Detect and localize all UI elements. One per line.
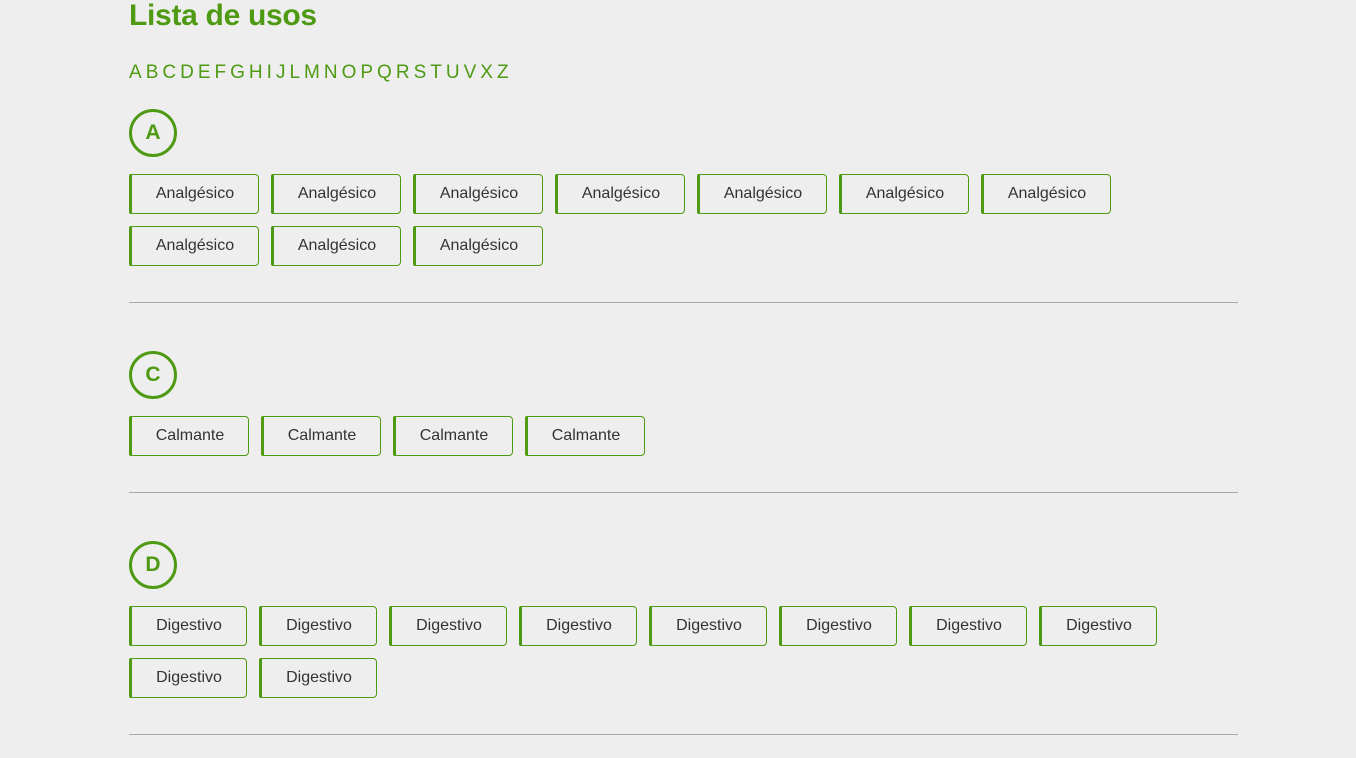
- alpha-link-j[interactable]: J: [276, 60, 286, 86]
- alpha-link-v[interactable]: V: [464, 60, 477, 86]
- tag-analgesico[interactable]: Analgésico: [697, 174, 827, 214]
- tag-analgesico[interactable]: Analgésico: [839, 174, 969, 214]
- tag-analgesico[interactable]: Analgésico: [555, 174, 685, 214]
- tag-digestivo[interactable]: Digestivo: [649, 606, 767, 646]
- alpha-link-o[interactable]: O: [342, 60, 357, 86]
- tag-digestivo[interactable]: Digestivo: [259, 658, 377, 698]
- alpha-link-i[interactable]: I: [267, 60, 272, 86]
- tag-list-c: Calmante Calmante Calmante Calmante: [129, 416, 1229, 456]
- section-c: C Calmante Calmante Calmante Calmante: [129, 351, 1238, 493]
- tag-digestivo[interactable]: Digestivo: [129, 606, 247, 646]
- tag-calmante[interactable]: Calmante: [129, 416, 249, 456]
- tag-digestivo[interactable]: Digestivo: [129, 658, 247, 698]
- tag-analgesico[interactable]: Analgésico: [271, 174, 401, 214]
- alpha-link-c[interactable]: C: [162, 60, 176, 86]
- alpha-link-u[interactable]: U: [446, 60, 460, 86]
- content: Lista de usos A B C D E F G H I J L M N …: [129, 0, 1238, 735]
- alpha-link-r[interactable]: R: [396, 60, 410, 86]
- tag-list-a: Analgésico Analgésico Analgésico Analgés…: [129, 174, 1229, 266]
- section-divider: [129, 734, 1238, 735]
- page: Lista de usos A B C D E F G H I J L M N …: [0, 0, 1356, 758]
- alpha-link-h[interactable]: H: [249, 60, 263, 86]
- tag-calmante[interactable]: Calmante: [525, 416, 645, 456]
- tag-analgesico[interactable]: Analgésico: [413, 174, 543, 214]
- section-divider: [129, 302, 1238, 303]
- tag-digestivo[interactable]: Digestivo: [259, 606, 377, 646]
- page-title: Lista de usos: [129, 0, 317, 32]
- tag-analgesico[interactable]: Analgésico: [981, 174, 1111, 214]
- alpha-link-z[interactable]: Z: [497, 60, 509, 86]
- alpha-link-a[interactable]: A: [129, 60, 142, 86]
- letter-badge-d: D: [129, 541, 177, 589]
- tag-analgesico[interactable]: Analgésico: [271, 226, 401, 266]
- alpha-link-x[interactable]: X: [480, 60, 493, 86]
- tag-calmante[interactable]: Calmante: [261, 416, 381, 456]
- tag-digestivo[interactable]: Digestivo: [779, 606, 897, 646]
- alpha-link-g[interactable]: G: [230, 60, 245, 86]
- tag-list-d: Digestivo Digestivo Digestivo Digestivo …: [129, 606, 1229, 698]
- letter-badge-c: C: [129, 351, 177, 399]
- alpha-link-q[interactable]: Q: [377, 60, 392, 86]
- tag-calmante[interactable]: Calmante: [393, 416, 513, 456]
- tag-digestivo[interactable]: Digestivo: [389, 606, 507, 646]
- alpha-link-b[interactable]: B: [146, 60, 159, 86]
- tag-analgesico[interactable]: Analgésico: [129, 226, 259, 266]
- alpha-link-p[interactable]: P: [360, 60, 373, 86]
- section-divider: [129, 492, 1238, 493]
- alpha-link-e[interactable]: E: [198, 60, 211, 86]
- letter-badge-a: A: [129, 109, 177, 157]
- alpha-link-m[interactable]: M: [304, 60, 320, 86]
- alpha-link-t[interactable]: T: [430, 60, 442, 86]
- tag-digestivo[interactable]: Digestivo: [909, 606, 1027, 646]
- tag-analgesico[interactable]: Analgésico: [413, 226, 543, 266]
- alpha-link-d[interactable]: D: [180, 60, 194, 86]
- tag-analgesico[interactable]: Analgésico: [129, 174, 259, 214]
- section-d: D Digestivo Digestivo Digestivo Digestiv…: [129, 541, 1238, 735]
- tag-digestivo[interactable]: Digestivo: [519, 606, 637, 646]
- tag-digestivo[interactable]: Digestivo: [1039, 606, 1157, 646]
- alpha-link-f[interactable]: F: [215, 60, 227, 86]
- alpha-link-n[interactable]: N: [324, 60, 338, 86]
- section-a: A Analgésico Analgésico Analgésico Analg…: [129, 109, 1238, 303]
- alphabet-nav: A B C D E F G H I J L M N O P Q R S T U …: [129, 60, 1238, 86]
- alpha-link-l[interactable]: L: [289, 60, 300, 86]
- alpha-link-s[interactable]: S: [414, 60, 427, 86]
